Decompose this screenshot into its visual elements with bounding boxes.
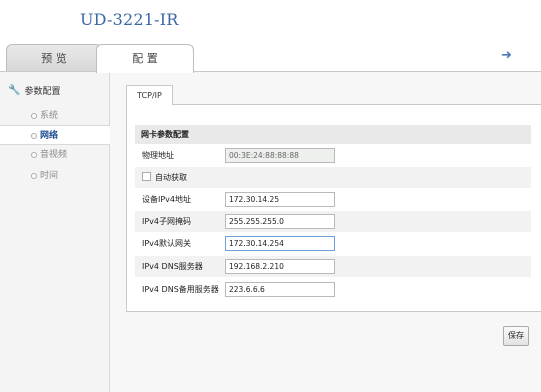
tab-tcpip[interactable]: TCP/IP (126, 85, 173, 105)
ipv4-label: 设备IPv4地址 (142, 195, 192, 204)
sidebar-item-audio-video[interactable]: 音视频 (0, 145, 110, 165)
dns1-label: IPv4 DNS服务器 (142, 262, 203, 271)
dns2-row: IPv4 DNS备用服务器 223.6.6.6 (135, 279, 531, 300)
settings-panel: 网卡参数配置 物理地址 00:3E:24:88:88:88 自动获取 设备IPv… (126, 104, 541, 312)
save-button[interactable]: 保存 (503, 326, 529, 346)
dns1-field[interactable]: 192.168.2.210 (225, 259, 335, 274)
mask-label: IPv4子网掩码 (142, 217, 192, 226)
gateway-row: IPv4默认网关 172.30.14.254 (135, 233, 531, 254)
bullet-icon (31, 152, 37, 158)
dns2-label: IPv4 DNS备用服务器 (142, 285, 219, 294)
dhcp-row: 自动获取 (135, 167, 531, 188)
dns2-field[interactable]: 223.6.6.6 (225, 282, 335, 297)
mac-label: 物理地址 (142, 151, 174, 160)
device-model: UD-3221-IR (80, 10, 179, 29)
mac-row: 物理地址 00:3E:24:88:88:88 (135, 145, 531, 166)
sidebar-title: 🔧 参数配置 (8, 84, 60, 97)
tab-preview[interactable]: 预 览 (6, 44, 102, 72)
ipv4-row: 设备IPv4地址 172.30.14.25 (135, 189, 531, 210)
gateway-label: IPv4默认网关 (142, 239, 192, 248)
sidebar-item-label: 系统 (40, 111, 59, 121)
mask-field[interactable]: 255.255.255.0 (225, 214, 335, 229)
tab-config[interactable]: 配 置 (96, 44, 194, 73)
main-content: TCP/IP 网卡参数配置 物理地址 00:3E:24:88:88:88 自动获… (110, 72, 541, 392)
sidebar-item-time[interactable]: 时间 (0, 166, 110, 186)
sidebar-item-system[interactable]: 系统 (0, 106, 110, 126)
header: UD-3221-IR 预 览 配 置 ➜ (0, 0, 541, 73)
mac-field: 00:3E:24:88:88:88 (225, 148, 335, 163)
sidebar-title-label: 参数配置 (24, 87, 61, 97)
bullet-icon (31, 113, 37, 119)
sidebar-item-label: 时间 (40, 171, 59, 181)
sidebar-item-label: 音视频 (40, 150, 68, 160)
dns1-row: IPv4 DNS服务器 192.168.2.210 (135, 256, 531, 277)
bullet-icon (31, 173, 37, 179)
sidebar: 🔧 参数配置 系统 网络 音视频 时间 (0, 72, 110, 392)
wrench-icon: 🔧 (8, 85, 21, 96)
bullet-icon (31, 133, 37, 139)
section-header: 网卡参数配置 (135, 125, 531, 144)
gateway-field[interactable]: 172.30.14.254 (225, 236, 335, 251)
sidebar-item-network[interactable]: 网络 (0, 125, 110, 145)
dhcp-checkbox[interactable] (142, 172, 151, 181)
mask-row: IPv4子网掩码 255.255.255.0 (135, 211, 531, 232)
logout-icon[interactable]: ➜ (501, 49, 515, 62)
dhcp-label: 自动获取 (155, 173, 187, 182)
sidebar-item-label: 网络 (40, 131, 59, 141)
ipv4-field[interactable]: 172.30.14.25 (225, 192, 335, 207)
